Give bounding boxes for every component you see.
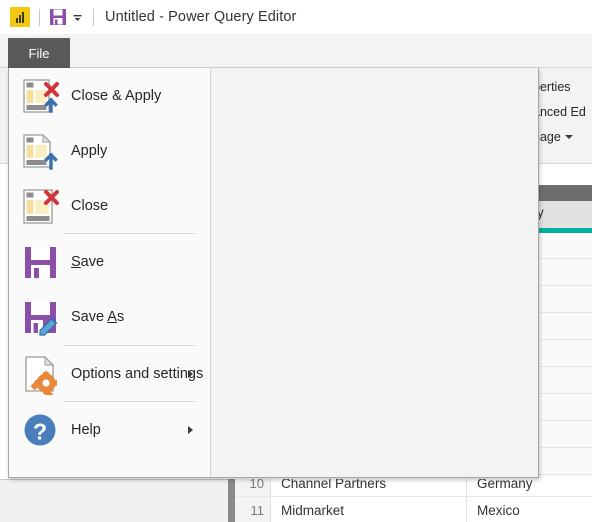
grid-row-divider — [535, 312, 592, 313]
menu-item-options-and-settings[interactable]: Options and settings — [9, 346, 211, 401]
grid-row-divider — [535, 393, 592, 394]
grid-row-divider — [535, 420, 592, 421]
menu-item-label: Save — [71, 253, 105, 270]
menu-item-apply[interactable]: Apply — [9, 123, 211, 178]
power-query-editor-window: Untitled - Power Query Editor File perti… — [0, 0, 592, 522]
file-menu-detail-pane — [212, 68, 538, 477]
table-row[interactable]: 10 Channel Partners Germany — [235, 479, 592, 497]
menu-item-label: Close — [71, 197, 109, 214]
grid-row-divider — [535, 474, 592, 475]
svg-text:?: ? — [33, 418, 47, 444]
close-and-apply-icon — [21, 73, 61, 119]
menu-item-save[interactable]: Save — [9, 234, 211, 289]
power-bi-icon — [10, 7, 30, 27]
cell-country: Germany — [477, 479, 533, 491]
queries-pane — [0, 479, 228, 522]
menu-item-close-and-apply[interactable]: Close & Apply — [9, 68, 211, 123]
chevron-down-icon[interactable] — [71, 11, 84, 24]
chevron-down-icon — [564, 135, 573, 139]
menu-item-label: Help — [71, 421, 101, 438]
ribbon-tab-strip: File — [0, 34, 592, 68]
menu-item-label: Save As — [71, 308, 125, 325]
grid-row-divider — [535, 366, 592, 367]
grid-row-divider — [535, 258, 592, 259]
save-as-icon — [21, 294, 61, 340]
tab-file[interactable]: File — [8, 38, 70, 68]
grid-row-divider — [535, 285, 592, 286]
data-grid: 10 Channel Partners Germany 11 Midmarket… — [235, 479, 592, 522]
save-icon — [21, 239, 61, 285]
menu-item-label: Apply — [71, 142, 108, 159]
menu-item-close[interactable]: Close — [9, 178, 211, 233]
file-menu-flyout: Close & Apply Apply Close Save Save As O… — [8, 68, 539, 478]
save-icon[interactable] — [49, 8, 67, 26]
apply-icon — [21, 128, 61, 174]
data-grid-background — [535, 233, 592, 478]
menu-item-save-as[interactable]: Save As — [9, 289, 211, 344]
menu-item-help[interactable]: ? Help — [9, 402, 211, 457]
row-number: 11 — [235, 497, 271, 522]
close-icon — [21, 183, 61, 229]
table-row[interactable]: 11 Midmarket Mexico — [235, 497, 592, 522]
title-bar: Untitled - Power Query Editor — [0, 0, 592, 34]
options-and-settings-icon — [21, 351, 61, 397]
grid-row-divider — [535, 339, 592, 340]
file-menu-list: Close & Apply Apply Close Save Save As O… — [9, 68, 211, 477]
title-divider-1 — [39, 8, 40, 26]
row-number: 10 — [235, 479, 271, 496]
cell-segment: Midmarket — [272, 497, 467, 522]
title-divider-2 — [93, 8, 94, 26]
pane-scrollbar[interactable] — [228, 479, 235, 522]
cell-segment: Channel Partners — [272, 479, 467, 496]
chevron-right-icon — [188, 425, 193, 434]
window-title: Untitled - Power Query Editor — [105, 9, 297, 25]
formula-bar-band — [535, 185, 592, 201]
chevron-right-icon — [188, 369, 193, 378]
menu-item-label: Options and settings — [71, 365, 204, 382]
column-header-cell[interactable]: y — [535, 201, 592, 228]
grid-row-divider — [535, 447, 592, 448]
help-icon: ? — [21, 407, 61, 453]
ribbon-advanced-editor-label[interactable]: anced Ed — [533, 105, 586, 119]
menu-item-label: Close & Apply — [71, 87, 162, 104]
cell-country: Mexico — [477, 502, 520, 518]
